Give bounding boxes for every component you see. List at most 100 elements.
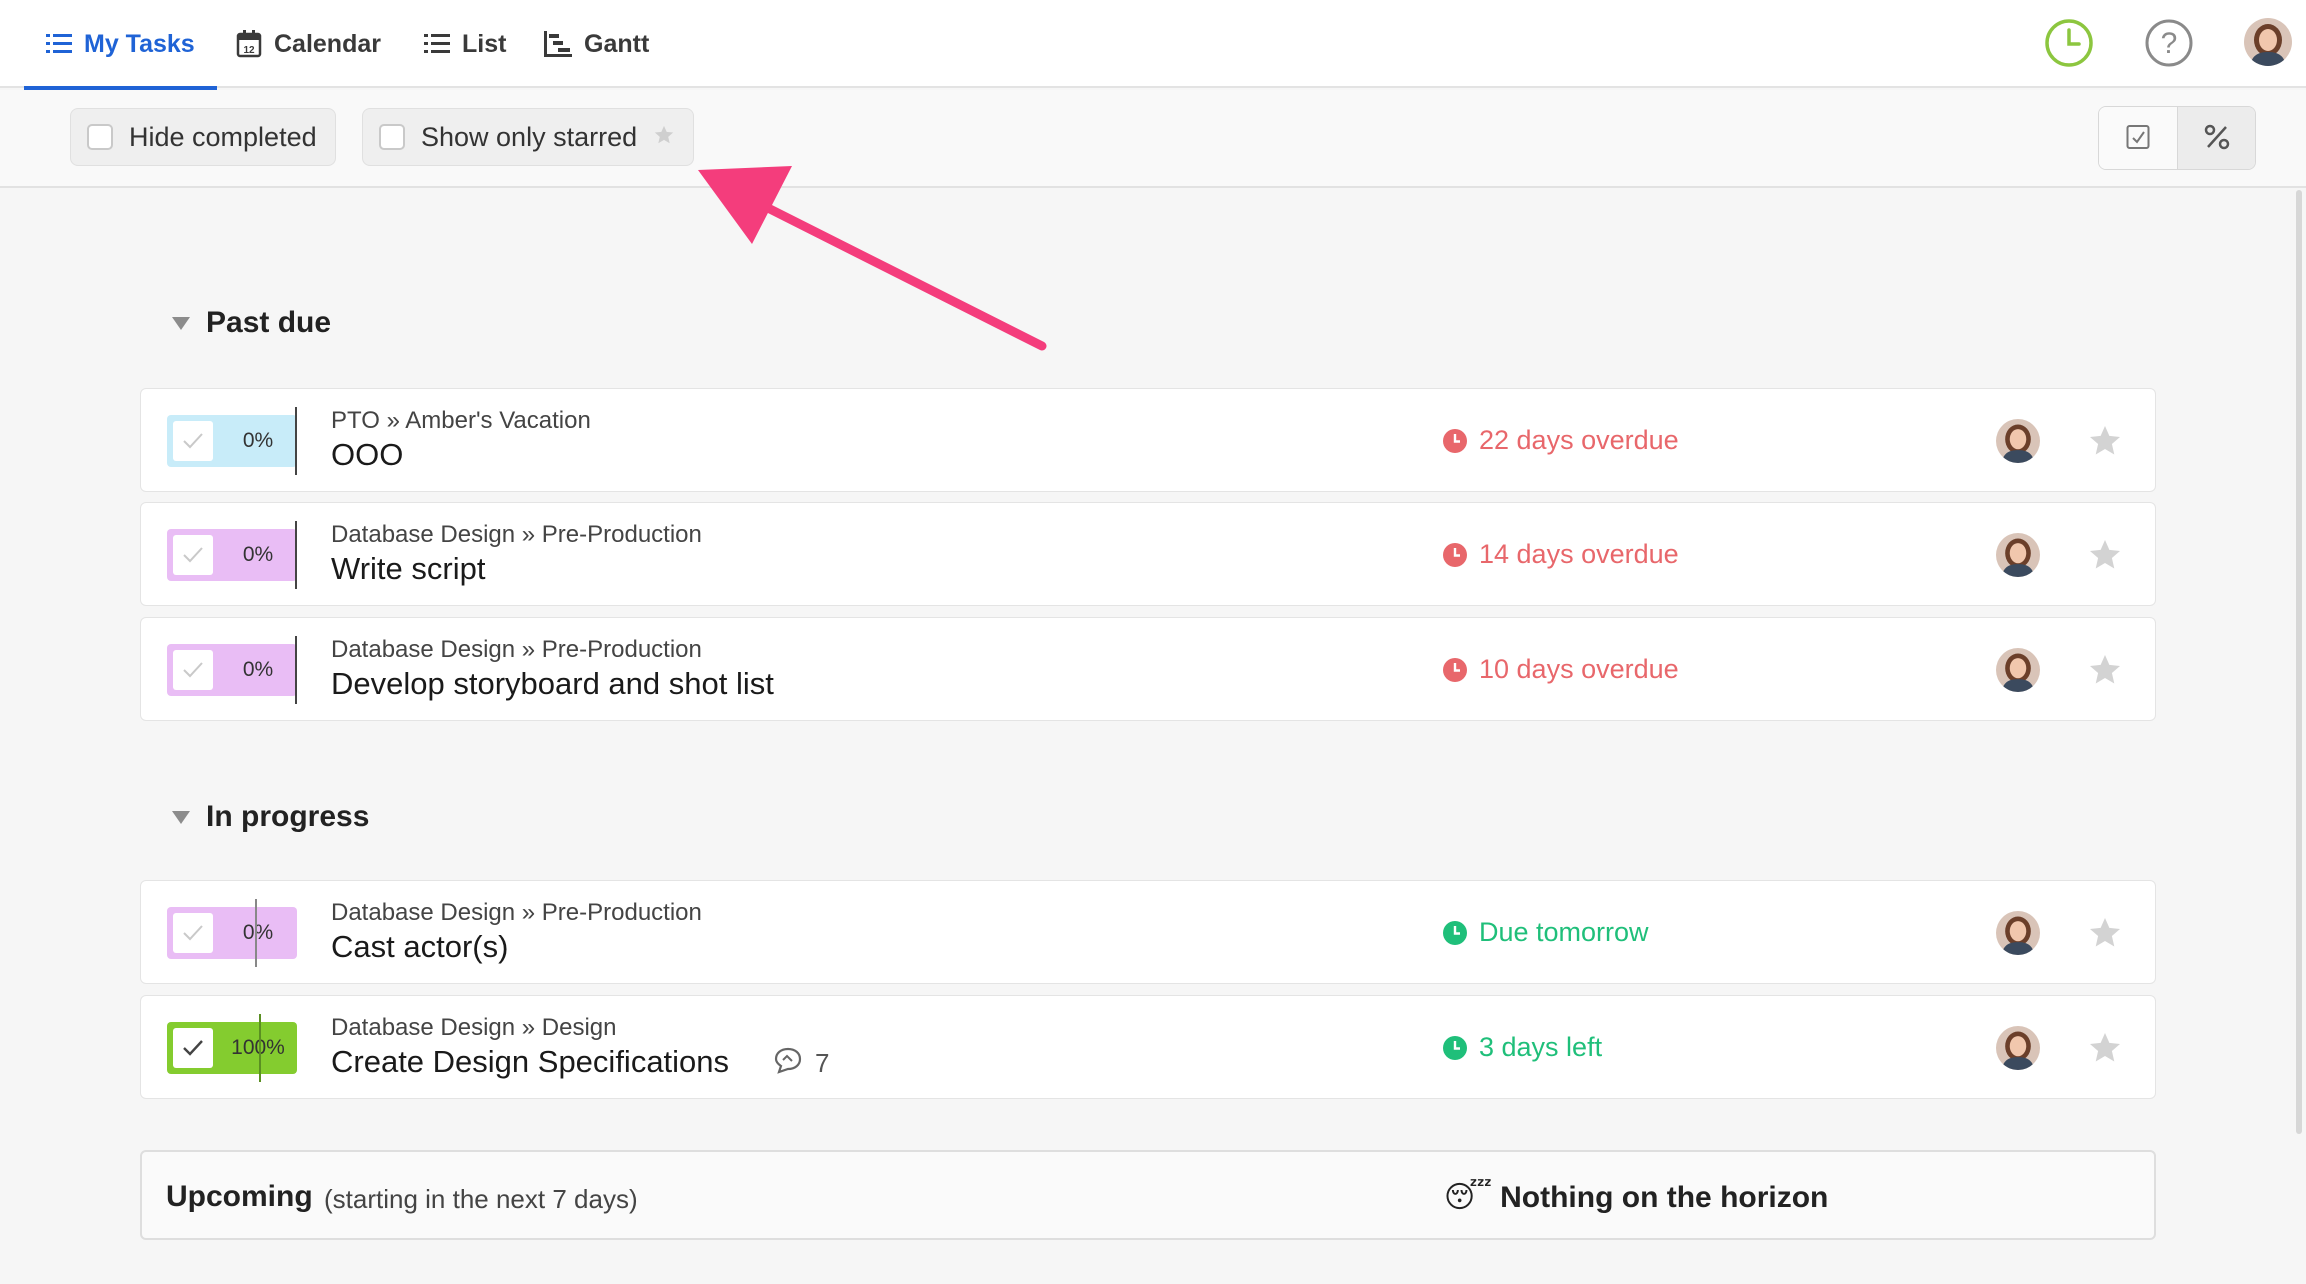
hide-completed-label: Hide completed <box>129 121 317 152</box>
due-status: 22 days overdue <box>1443 425 1679 456</box>
task-progress-toggle[interactable]: 0% <box>167 899 297 967</box>
due-text: 22 days overdue <box>1479 425 1679 455</box>
clock-icon <box>1443 1035 1467 1060</box>
star-icon[interactable] <box>2087 915 2123 951</box>
empty-state-text: Nothing on the horizon <box>1500 1180 1829 1214</box>
tab-my-tasks[interactable]: My Tasks <box>24 0 217 90</box>
task-project-path: Database Design » Pre-Production <box>331 521 702 548</box>
star-icon[interactable] <box>2087 1030 2123 1066</box>
svg-text:?: ? <box>2161 27 2178 60</box>
clock-icon <box>1443 657 1467 682</box>
show-only-starred-checkbox[interactable] <box>379 124 405 150</box>
sleeping-face-icon: 😴 <box>1444 1181 1493 1214</box>
task-progress-toggle[interactable]: 0% <box>167 407 297 475</box>
star-icon <box>653 122 675 153</box>
task-project-path: Database Design » Pre-Production <box>331 899 702 926</box>
complete-checkbox[interactable] <box>173 535 213 575</box>
task-progress-toggle[interactable]: 0% <box>167 521 297 589</box>
comments-indicator[interactable]: 7 <box>773 1046 829 1081</box>
top-navigation: My Tasks 12 Calendar List Gantt ? <box>0 0 2306 90</box>
task-row[interactable]: 0% Database Design » Pre-Production Cast… <box>140 880 2156 984</box>
due-text: Due tomorrow <box>1479 917 1649 947</box>
task-project-path: Database Design » Design <box>331 1014 617 1041</box>
percent-view-button[interactable] <box>2177 107 2255 169</box>
task-name[interactable]: Cast actor(s) <box>331 929 508 965</box>
clock-icon <box>1443 542 1467 567</box>
task-project-path: PTO » Amber's Vacation <box>331 407 591 434</box>
gantt-icon <box>544 31 572 57</box>
checkbox-view-icon <box>2126 124 2150 155</box>
timer-icon[interactable] <box>2044 18 2094 68</box>
progress-percent: 0% <box>242 921 274 944</box>
scrollbar[interactable] <box>2296 190 2302 1134</box>
tab-label: My Tasks <box>84 29 195 58</box>
show-only-starred-toggle[interactable]: Show only starred <box>362 108 695 166</box>
assignee-avatar[interactable] <box>1996 648 2040 692</box>
section-title: Past due <box>206 306 332 339</box>
complete-checkbox[interactable] <box>173 913 213 953</box>
list-icon <box>46 33 72 55</box>
task-row[interactable]: 0% Database Design » Pre-Production Deve… <box>140 617 2156 721</box>
assignee-avatar[interactable] <box>1996 1026 2040 1070</box>
complete-checkbox[interactable] <box>173 421 213 461</box>
section-title: In progress <box>206 800 370 833</box>
progress-view-toggle <box>2098 106 2256 170</box>
task-row[interactable]: 0% Database Design » Pre-Production Writ… <box>140 502 2156 606</box>
due-text: 10 days overdue <box>1479 654 1679 684</box>
clock-icon <box>1443 428 1467 453</box>
star-icon[interactable] <box>2087 652 2123 688</box>
complete-checkbox[interactable] <box>173 1028 213 1068</box>
upcoming-empty-state: 😴 Nothing on the horizon <box>1444 1180 1828 1215</box>
collapse-caret-icon <box>172 316 190 330</box>
checkbox-view-button[interactable] <box>2099 107 2177 169</box>
progress-percent: 0% <box>242 658 274 681</box>
progress-marker <box>255 899 257 967</box>
star-icon[interactable] <box>2087 423 2123 459</box>
tab-calendar[interactable]: 12 Calendar <box>236 0 381 88</box>
progress-marker <box>259 1014 261 1082</box>
assignee-avatar[interactable] <box>1996 911 2040 955</box>
star-icon[interactable] <box>2087 537 2123 573</box>
help-icon[interactable]: ? <box>2144 18 2194 68</box>
due-status: 3 days left <box>1443 1032 1602 1063</box>
show-only-starred-label: Show only starred <box>421 121 638 152</box>
task-name[interactable]: Write script <box>331 551 485 587</box>
clock-icon <box>1443 920 1467 945</box>
tab-gantt[interactable]: Gantt <box>544 0 649 88</box>
user-avatar[interactable] <box>2244 18 2292 66</box>
task-name[interactable]: OOO <box>331 437 403 473</box>
svg-text:12: 12 <box>243 45 255 56</box>
progress-percent: 0% <box>242 429 274 452</box>
upcoming-title: Upcoming <box>166 1180 313 1213</box>
hide-completed-checkbox[interactable] <box>87 124 113 150</box>
calendar-icon: 12 <box>236 30 262 58</box>
comment-count: 7 <box>815 1048 830 1078</box>
upcoming-subtitle: (starting in the next 7 days) <box>324 1184 638 1214</box>
filter-toolbar: Hide completed Show only starred <box>0 90 2306 188</box>
task-row[interactable]: 0% PTO » Amber's Vacation OOO 22 days ov… <box>140 388 2156 492</box>
section-in-progress-header[interactable]: In progress <box>172 800 369 834</box>
due-status: Due tomorrow <box>1443 917 1649 948</box>
assignee-avatar[interactable] <box>1996 533 2040 577</box>
task-progress-toggle[interactable]: 0% <box>167 636 297 704</box>
progress-marker <box>295 521 297 589</box>
task-progress-toggle[interactable]: 100% <box>167 1014 297 1082</box>
progress-percent: 0% <box>242 543 274 566</box>
comment-bubble-icon <box>773 1046 803 1081</box>
progress-marker <box>295 636 297 704</box>
tab-list[interactable]: List <box>424 0 506 88</box>
tab-label: List <box>462 29 507 58</box>
task-name[interactable]: Create Design Specifications <box>331 1044 729 1080</box>
complete-checkbox[interactable] <box>173 650 213 690</box>
assignee-avatar[interactable] <box>1996 419 2040 463</box>
percent-view-icon <box>2204 124 2230 155</box>
list-icon <box>424 33 450 55</box>
hide-completed-toggle[interactable]: Hide completed <box>70 108 336 166</box>
progress-percent: 100% <box>231 1036 285 1059</box>
due-status: 14 days overdue <box>1443 539 1679 570</box>
task-row[interactable]: 100% Database Design » Design Create Des… <box>140 995 2156 1099</box>
task-project-path: Database Design » Pre-Production <box>331 636 702 663</box>
section-past-due-header[interactable]: Past due <box>172 306 331 340</box>
task-name[interactable]: Develop storyboard and shot list <box>331 666 774 702</box>
tab-label: Calendar <box>274 29 381 58</box>
